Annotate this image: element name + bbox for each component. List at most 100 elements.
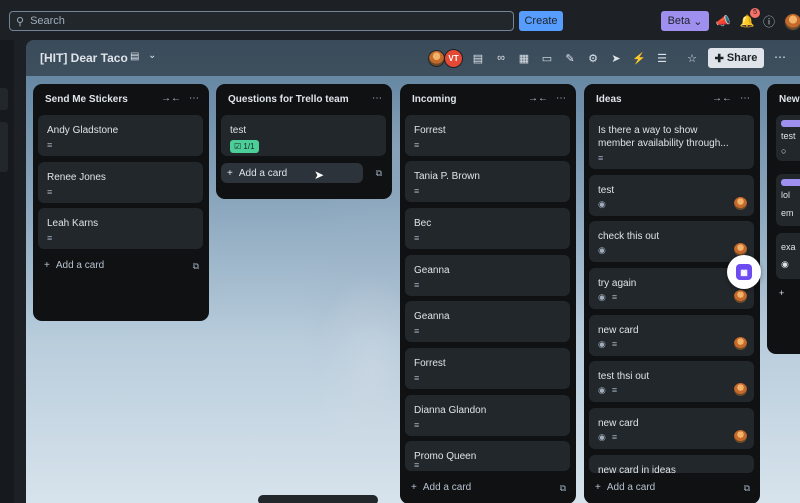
- card-badges: ◉: [598, 245, 606, 256]
- card-icon[interactable]: ▤: [470, 50, 486, 66]
- collapse-icon[interactable]: →←: [712, 93, 732, 104]
- list-title[interactable]: Incoming: [412, 94, 456, 105]
- bottom-toolbar[interactable]: [258, 495, 378, 503]
- list-title[interactable]: Send Me Stickers: [45, 94, 128, 105]
- card-title: Tania P. Brown: [414, 171, 480, 182]
- card[interactable]: Bec ≡: [405, 208, 570, 249]
- description-icon: ≡: [611, 432, 618, 442]
- card-title: Geanna: [414, 265, 450, 276]
- add-card-button[interactable]: + Add a card: [44, 260, 104, 271]
- card[interactable]: new card in ideas: [589, 455, 754, 476]
- card[interactable]: Promo Queen ≡: [405, 441, 570, 471]
- card[interactable]: Geanna ≡: [405, 255, 570, 296]
- label-purple: [781, 120, 800, 127]
- edit-icon[interactable]: ✎: [562, 50, 578, 66]
- template-icon[interactable]: ⧉: [376, 168, 382, 179]
- list-actions: →← ⋯: [528, 93, 566, 104]
- card-title: Leah Karns: [47, 218, 99, 229]
- plus-icon: +: [595, 482, 601, 493]
- notifications-button[interactable]: 🔔 5: [738, 8, 760, 31]
- sidebar-tab[interactable]: [0, 122, 8, 172]
- collapse-icon[interactable]: →←: [528, 93, 548, 104]
- card-badges: ≡: [414, 326, 419, 336]
- card[interactable]: Andy Gladstone ≡: [38, 115, 203, 156]
- card[interactable]: check this out ◉: [589, 221, 754, 262]
- list-menu-icon[interactable]: ⋯: [556, 93, 566, 104]
- board-title[interactable]: [HIT] Dear Taco: [40, 51, 128, 65]
- list-menu-icon[interactable]: ⋯: [740, 93, 750, 104]
- megaphone-icon[interactable]: 📣: [714, 11, 732, 31]
- card-badges: ◉ ≡: [598, 292, 617, 303]
- member-avatar[interactable]: [733, 336, 748, 351]
- automation-icon[interactable]: ⚡: [631, 50, 647, 66]
- list-title[interactable]: Ideas: [596, 94, 622, 105]
- watch-icon: ◉: [598, 385, 606, 395]
- board-members[interactable]: VT: [428, 49, 468, 69]
- member-avatar[interactable]: [733, 382, 748, 397]
- member-avatar[interactable]: [428, 50, 445, 67]
- card[interactable]: test ○: [776, 115, 800, 161]
- power-up-floating-button[interactable]: ▦: [727, 255, 761, 289]
- add-card-button[interactable]: + Add a card: [411, 482, 471, 493]
- card[interactable]: test ☑ 1/1: [221, 115, 386, 156]
- link-icon[interactable]: ∞: [493, 50, 509, 66]
- star-icon[interactable]: ☆: [684, 50, 700, 66]
- card-badges: ◉ ≡: [598, 339, 617, 350]
- add-member-icon: ✚: [714, 52, 724, 65]
- create-button[interactable]: Create: [519, 11, 563, 31]
- share-button[interactable]: ✚ Share: [708, 48, 764, 68]
- list-title[interactable]: New: [779, 94, 800, 105]
- card[interactable]: Forrest ≡: [405, 115, 570, 156]
- sidebar-tab[interactable]: [0, 88, 8, 110]
- template-icon[interactable]: ⧉: [560, 483, 566, 494]
- card-title: new card in ideas: [598, 465, 676, 476]
- card[interactable]: Dianna Glandon ≡: [405, 395, 570, 436]
- card[interactable]: exa ◉: [776, 233, 800, 279]
- chevron-down-icon[interactable]: ⌄: [148, 50, 156, 61]
- search-input[interactable]: ⚲ Search: [9, 11, 514, 31]
- user-avatar[interactable]: [784, 13, 800, 31]
- template-icon[interactable]: ⧉: [193, 261, 199, 272]
- card[interactable]: test thsi out ◉ ≡: [589, 361, 754, 402]
- tag-icon[interactable]: ▭: [539, 50, 555, 66]
- member-avatar[interactable]: [733, 196, 748, 211]
- more-menu-icon[interactable]: ⋯: [774, 50, 786, 64]
- card[interactable]: Leah Karns ≡: [38, 208, 203, 249]
- checklist-badge: ☑ 1/1: [230, 140, 259, 153]
- card-badges: ◉: [598, 199, 606, 210]
- description-icon: ≡: [598, 153, 604, 163]
- member-avatar[interactable]: [733, 289, 748, 304]
- card-badges: ◉ ≡: [598, 432, 617, 443]
- board-view-icon[interactable]: ▤: [130, 51, 139, 62]
- template-icon[interactable]: ⧉: [744, 483, 750, 494]
- card[interactable]: Tania P. Brown ≡: [405, 161, 570, 202]
- notification-count-badge: 5: [750, 8, 760, 18]
- beta-button[interactable]: Beta ⌄: [661, 11, 709, 31]
- help-icon[interactable]: ⓘ: [760, 11, 778, 31]
- add-card-button[interactable]: + Add a card: [221, 163, 363, 183]
- plus-icon[interactable]: +: [779, 288, 784, 298]
- list-title[interactable]: Questions for Trello team: [228, 94, 349, 105]
- watch-icon: ◉: [598, 245, 606, 255]
- card[interactable]: new card ◉ ≡: [589, 408, 754, 449]
- grid-icon[interactable]: ▦: [516, 50, 532, 66]
- collapse-icon[interactable]: →←: [161, 93, 181, 104]
- card-title: Forrest: [414, 125, 446, 136]
- card[interactable]: Forrest ≡: [405, 348, 570, 389]
- card[interactable]: Geanna ≡: [405, 301, 570, 342]
- list-menu-icon[interactable]: ⋯: [372, 93, 382, 104]
- list-menu-icon[interactable]: ⋯: [189, 93, 199, 104]
- board-canvas: [HIT] Dear Taco ▤ ⌄ VT ▤ ∞ ▦ ▭ ✎ ⚙ ➤ ⚡ ☰…: [26, 40, 800, 503]
- card[interactable]: test ◉: [589, 175, 754, 216]
- add-card-button[interactable]: + Add a card: [595, 482, 655, 493]
- member-avatar-initials[interactable]: VT: [444, 49, 463, 68]
- rocket-icon[interactable]: ➤: [608, 50, 624, 66]
- add-card-label: Add a card: [238, 167, 288, 179]
- card[interactable]: Is there a way to show member availabili…: [589, 115, 754, 169]
- card[interactable]: Renee Jones ≡: [38, 162, 203, 203]
- settings-icon[interactable]: ⚙: [585, 50, 601, 66]
- card[interactable]: lol em: [776, 174, 800, 226]
- card-title: Geanna: [414, 311, 450, 322]
- card[interactable]: new card ◉ ≡: [589, 315, 754, 356]
- member-avatar[interactable]: [733, 429, 748, 444]
